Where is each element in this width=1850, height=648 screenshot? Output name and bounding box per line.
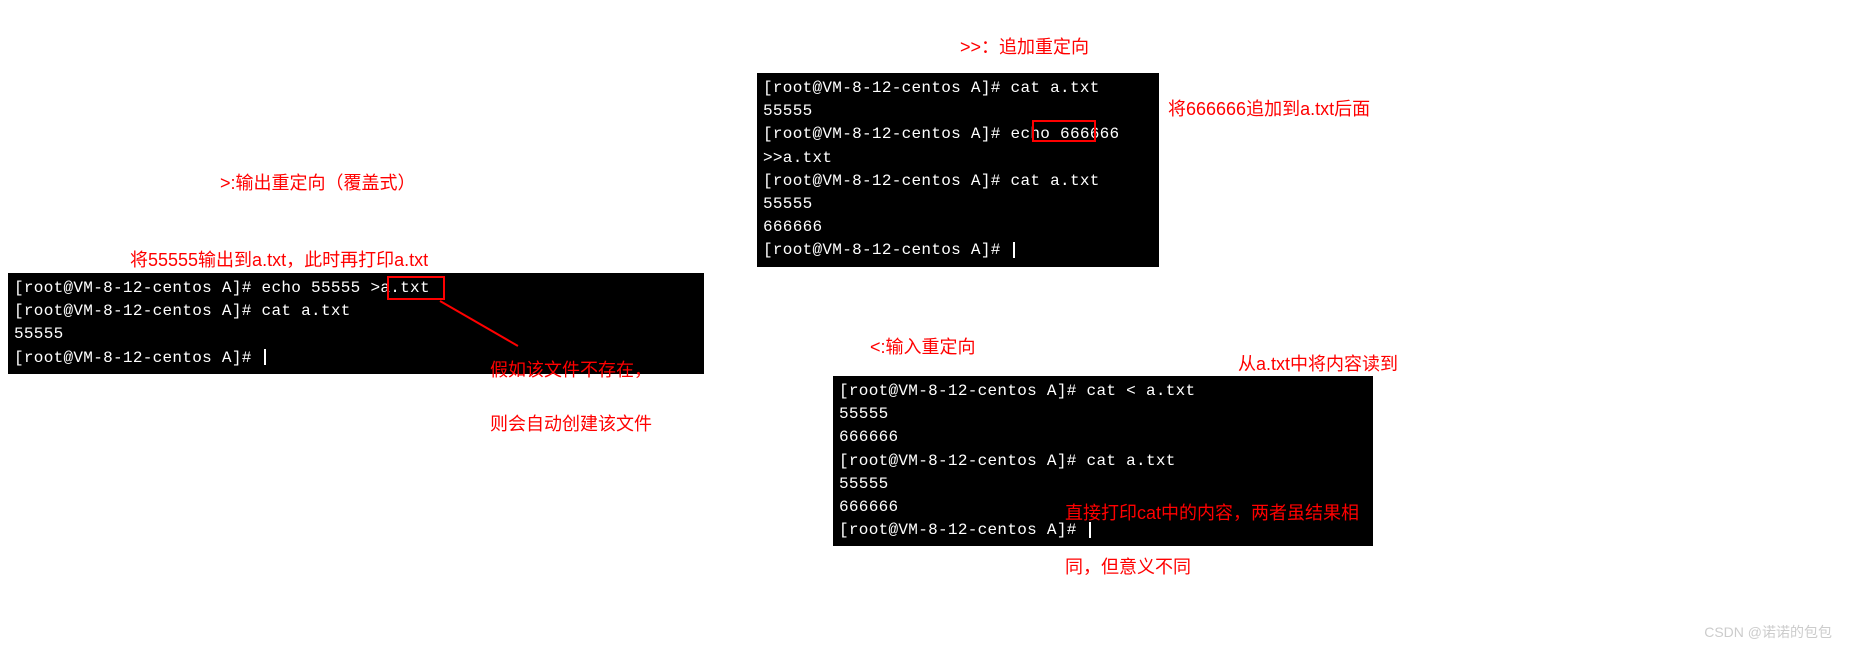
left-term-line1: [root@VM-8-12-centos A]# echo 55555 >a.t… (14, 277, 698, 300)
tr-term-line5: 55555 (763, 193, 1153, 216)
tr-term-line2: 55555 (763, 100, 1153, 123)
br-term-prompt: [root@VM-8-12-centos A]# (839, 521, 1087, 539)
tr-term-line3-box: 666666 (1060, 125, 1119, 143)
tr-term-line1: [root@VM-8-12-centos A]# cat a.txt (763, 77, 1153, 100)
left-term-line2: [root@VM-8-12-centos A]# cat a.txt (14, 300, 698, 323)
left-note-side-line1: 假如该文件不存在， (490, 360, 652, 380)
left-term-prompt: [root@VM-8-12-centos A]# (14, 349, 262, 367)
tr-term-prompt: [root@VM-8-12-centos A]# (763, 241, 1011, 259)
cursor-icon (264, 349, 266, 365)
tr-term-line4: [root@VM-8-12-centos A]# cat a.txt (763, 170, 1153, 193)
br-term-line1: [root@VM-8-12-centos A]# cat < a.txt (839, 380, 1367, 403)
br-note-mid-line2: 同，但意义不同 (1065, 557, 1191, 577)
left-note-side: 假如该文件不存在， 则会自动创建该文件 (490, 330, 652, 438)
br-term-line2: 55555 (839, 403, 1367, 426)
left-title: >:输出重定向（覆盖式） (220, 170, 416, 197)
tr-term-line7: [root@VM-8-12-centos A]# (763, 239, 1153, 262)
br-term-line3: 666666 (839, 426, 1367, 449)
cursor-icon (1013, 242, 1015, 258)
bottomright-title: <:输入重定向 (870, 334, 976, 361)
topright-note: 将666666追加到a.txt后面 (1168, 96, 1370, 123)
bottomright-note-mid: 直接打印cat中的内容，两者虽结果相 同，但意义不同 (1065, 473, 1359, 581)
left-note-side-line2: 则会自动创建该文件 (490, 414, 652, 434)
tr-term-line3: [root@VM-8-12-centos A]# echo 666666 >>a… (763, 123, 1153, 169)
tr-term-line3b: >>a.txt (763, 149, 832, 167)
left-note-top-line1: 将55555输出到a.txt，此时再打印a.txt (130, 250, 428, 270)
tr-term-line3a: [root@VM-8-12-centos A]# echo (763, 125, 1060, 143)
br-note-top-line1: 从a.txt中将内容读到 (1238, 354, 1398, 374)
br-note-mid-line1: 直接打印cat中的内容，两者虽结果相 (1065, 503, 1359, 523)
br-term-line4: [root@VM-8-12-centos A]# cat a.txt (839, 450, 1367, 473)
tr-term-line6: 666666 (763, 216, 1153, 239)
topright-terminal: [root@VM-8-12-centos A]# cat a.txt 55555… (757, 73, 1159, 267)
watermark: CSDN @诺诺的包包 (1704, 622, 1832, 642)
topright-title: >>：追加重定向 (960, 34, 1089, 61)
